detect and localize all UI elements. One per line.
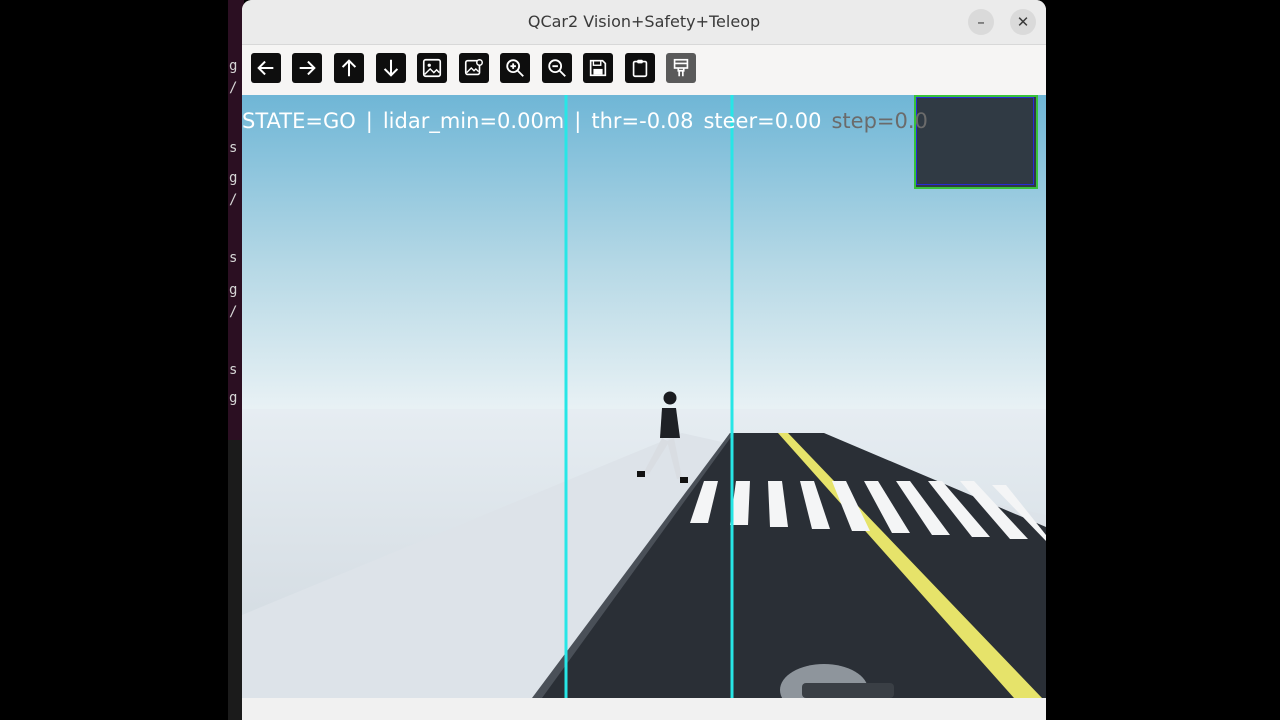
terminal-char: g <box>229 282 238 298</box>
title-bar[interactable]: QCar2 Vision+Safety+Teleop – ✕ <box>242 0 1046 45</box>
close-button[interactable]: ✕ <box>1010 9 1036 35</box>
state-readout: STATE=GO <box>242 109 356 133</box>
image-button[interactable] <box>417 53 447 83</box>
forward-button[interactable] <box>292 53 322 83</box>
arrow-down-icon <box>383 59 399 77</box>
terminal-char: g <box>229 58 238 74</box>
step-readout: step=0.0 <box>831 109 928 133</box>
terminal-char: g <box>229 390 238 406</box>
throttle-readout: thr=-0.08 <box>591 109 694 133</box>
app-window: QCar2 Vision+Safety+Teleop – ✕ STATE=GO … <box>242 0 1046 720</box>
status-bar <box>242 698 1046 720</box>
up-button[interactable] <box>334 53 364 83</box>
clipboard-icon <box>632 59 648 78</box>
arrow-right-icon <box>299 60 316 76</box>
minimize-button[interactable]: – <box>968 9 994 35</box>
zoom-in-button[interactable] <box>500 53 530 83</box>
minimize-icon: – <box>977 13 985 31</box>
terminal-char: / <box>229 80 238 96</box>
terminal-char: / <box>229 192 238 208</box>
zoom-in-icon <box>506 59 524 77</box>
status-overlay: STATE=GO | lidar_min=0.00m | thr=-0.08 steer=… <box>242 109 938 133</box>
save-icon <box>589 59 607 77</box>
camera-view[interactable]: STATE=GO | lidar_min=0.00m | thr=-0.08 steer=… <box>242 95 1046 698</box>
image-icon <box>422 58 442 78</box>
back-button[interactable] <box>251 53 281 83</box>
lidar-readout: lidar_min=0.00m <box>382 109 565 133</box>
zoom-out-icon <box>548 59 566 77</box>
background-panel <box>228 440 242 720</box>
down-button[interactable] <box>376 53 406 83</box>
clipboard-button[interactable] <box>625 53 655 83</box>
terminal-char: s <box>229 362 238 378</box>
save-button[interactable] <box>583 53 613 83</box>
separator: | <box>574 109 582 133</box>
steer-readout: steer=0.00 <box>703 109 822 133</box>
terminal-char: g <box>229 170 238 186</box>
arrow-up-icon <box>341 59 357 77</box>
close-icon: ✕ <box>1016 13 1030 31</box>
separator: | <box>365 109 373 133</box>
image-settings-icon <box>464 59 483 76</box>
properties-button[interactable] <box>666 53 696 83</box>
arrow-left-icon <box>257 60 274 76</box>
toolbar <box>242 45 1046 95</box>
zoom-out-button[interactable] <box>542 53 572 83</box>
terminal-char: s <box>229 140 238 156</box>
properties-icon <box>673 58 689 77</box>
image-settings-button[interactable] <box>459 53 489 83</box>
terminal-char: s <box>229 250 238 266</box>
terminal-char: / <box>229 304 238 320</box>
window-title: QCar2 Vision+Safety+Teleop <box>527 12 761 31</box>
